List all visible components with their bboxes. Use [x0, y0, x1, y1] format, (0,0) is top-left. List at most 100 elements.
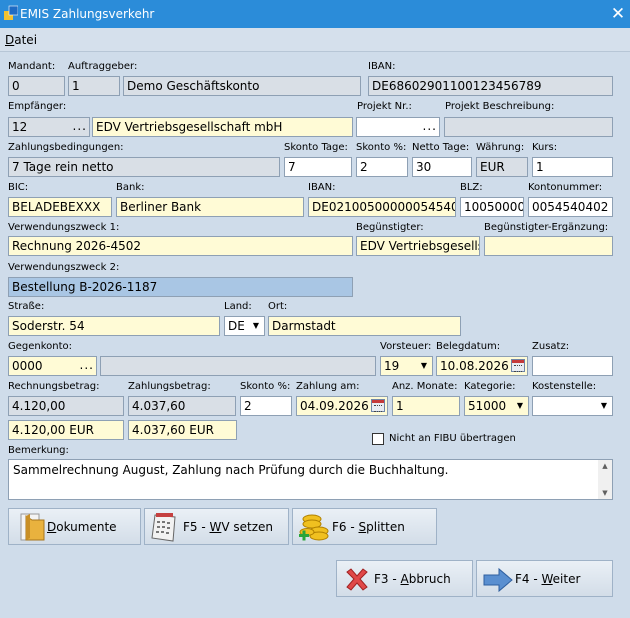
bic-field[interactable]: BELADEBEXXX	[8, 197, 112, 217]
kategorie-select[interactable]: 51000 ▼	[464, 396, 529, 416]
calendar-icon[interactable]	[371, 399, 385, 412]
strasse-label: Straße:	[8, 301, 45, 312]
rechnungsbetrag-eur-field[interactable]: 4.120,00 EUR	[8, 420, 124, 440]
chevron-down-icon[interactable]: ▼	[248, 317, 264, 335]
abbruch-button[interactable]: F3 - Abbruch	[336, 560, 473, 597]
belegdatum-field[interactable]: 10.08.2026	[436, 356, 528, 376]
waehrung-field[interactable]: EUR	[476, 157, 528, 177]
bank-field[interactable]: Berliner Bank	[116, 197, 304, 217]
chevron-down-icon[interactable]: ▼	[416, 357, 432, 375]
vorsteuer-label: Vorsteuer:	[380, 341, 432, 352]
strasse-field[interactable]: Soderstr. 54	[8, 316, 220, 336]
empfaenger-nr-field[interactable]: 12...	[8, 117, 90, 137]
netto-tage-label: Netto Tage:	[412, 142, 470, 153]
wv-setzen-button[interactable]: F5 - WV setzen	[144, 508, 289, 545]
zahlungsbetrag-field[interactable]: 4.037,60	[128, 396, 236, 416]
zahlungsbetrag-label: Zahlungsbetrag:	[128, 381, 211, 392]
coins-icon	[299, 514, 329, 541]
kurs-label: Kurs:	[532, 142, 558, 153]
zahlungsbedingungen-field[interactable]: 7 Tage rein netto	[8, 157, 280, 177]
kostenstelle-select[interactable]: ▼	[532, 396, 613, 416]
nicht-fibu-label: Nicht an FIBU übertragen	[389, 433, 516, 444]
land-label: Land:	[224, 301, 252, 312]
verwendungszweck2-label: Verwendungszweck 2:	[8, 262, 120, 273]
kontonummer-field[interactable]: 0054540402	[528, 197, 613, 217]
kontonummer-label: Kontonummer:	[528, 182, 603, 193]
nicht-fibu-checkbox[interactable]	[372, 433, 384, 445]
bemerkung-textarea[interactable]: Sammelrechnung August, Zahlung nach Prüf…	[8, 459, 613, 500]
calendar-icon[interactable]	[511, 359, 525, 372]
iban-auftraggeber-label: IBAN:	[368, 61, 396, 72]
beguenstigter-ergaenzung-field[interactable]	[484, 236, 613, 256]
beguenstigter-label: Begünstigter:	[356, 222, 424, 233]
scroll-down-icon[interactable]: ▼	[598, 487, 612, 499]
zahlung-am-label: Zahlung am:	[296, 381, 360, 392]
window-title: EMIS Zahlungsverkehr	[20, 7, 155, 21]
vorsteuer-select[interactable]: 19 ▼	[380, 356, 433, 376]
iban-auftraggeber-field[interactable]: DE68602901100123456789	[368, 76, 613, 96]
anz-monate-label: Anz. Monate:	[392, 381, 458, 392]
iban-label: IBAN:	[308, 182, 336, 193]
arrow-right-icon	[483, 567, 513, 593]
iban-field[interactable]: DE02100500000054540402	[308, 197, 456, 217]
projekt-beschreibung-field[interactable]	[444, 117, 613, 137]
gegenkonto-label: Gegenkonto:	[8, 341, 73, 352]
belegdatum-label: Belegdatum:	[436, 341, 501, 352]
splitten-button[interactable]: F6 - Splitten	[292, 508, 437, 545]
verwendungszweck2-field[interactable]: Bestellung B-2026-1187	[8, 277, 353, 297]
skonto-pct-field[interactable]: 2	[356, 157, 408, 177]
netto-tage-field[interactable]: 30	[412, 157, 472, 177]
zahlung-am-field[interactable]: 04.09.2026	[296, 396, 388, 416]
lookup-dots-icon[interactable]: ...	[423, 118, 437, 135]
menu-bar	[0, 28, 630, 52]
beguenstigter-ergaenzung-label: Begünstigter-Ergänzung:	[484, 222, 609, 233]
bank-label: Bank:	[116, 182, 145, 193]
chevron-down-icon[interactable]: ▼	[596, 397, 612, 415]
land-select[interactable]: DE ▼	[224, 316, 265, 336]
projekt-beschreibung-label: Projekt Beschreibung:	[445, 101, 555, 112]
bemerkung-scrollbar[interactable]: ▲ ▼	[598, 460, 612, 499]
anz-monate-field[interactable]: 1	[392, 396, 460, 416]
gegenkonto-field[interactable]: 0000...	[8, 356, 97, 376]
menu-datei[interactable]: Datei	[5, 33, 37, 47]
auftraggeber-label: Auftraggeber:	[68, 61, 138, 72]
skonto-pct2-field[interactable]: 2	[240, 396, 292, 416]
gegenkonto-name-field[interactable]	[100, 356, 376, 376]
zahlungsbedingungen-label: Zahlungsbedingungen:	[8, 142, 124, 153]
kategorie-label: Kategorie:	[464, 381, 516, 392]
dokumente-button[interactable]: Dokumente	[8, 508, 141, 545]
cancel-x-icon	[346, 568, 368, 591]
auftraggeber-nr-field[interactable]: 1	[68, 76, 120, 96]
projekt-nr-label: Projekt Nr.:	[357, 101, 412, 112]
zahlungsbetrag-eur-field[interactable]: 4.037,60 EUR	[128, 420, 237, 440]
blz-label: BLZ:	[460, 182, 483, 193]
blz-field[interactable]: 10050000	[460, 197, 524, 217]
auftraggeber-name-field[interactable]: Demo Geschäftskonto	[123, 76, 361, 96]
rechnungsbetrag-label: Rechnungsbetrag:	[8, 381, 100, 392]
mandant-field[interactable]: 0	[8, 76, 65, 96]
lookup-dots-icon[interactable]: ...	[80, 357, 94, 374]
skonto-tage-label: Skonto Tage:	[284, 142, 348, 153]
projekt-nr-field[interactable]: ...	[356, 117, 440, 137]
scroll-up-icon[interactable]: ▲	[598, 460, 612, 472]
zusatz-field[interactable]	[532, 356, 613, 376]
skonto-pct2-label: Skonto %:	[240, 381, 291, 392]
folder-icon	[20, 513, 45, 541]
empfaenger-name-field[interactable]: EDV Vertriebsgesellschaft mbH	[92, 117, 353, 137]
skonto-tage-field[interactable]: 7	[284, 157, 352, 177]
bic-label: BIC:	[8, 182, 29, 193]
chevron-down-icon[interactable]: ▼	[512, 397, 528, 415]
beguenstigter-field[interactable]: EDV Vertriebsgesellschaft mbH	[356, 236, 480, 256]
close-icon[interactable]: ✕	[606, 2, 630, 26]
ort-label: Ort:	[268, 301, 288, 312]
lookup-dots-icon[interactable]: ...	[73, 118, 87, 135]
rechnungsbetrag-field[interactable]: 4.120,00	[8, 396, 124, 416]
skonto-pct-label: Skonto %:	[356, 142, 407, 153]
kurs-field[interactable]: 1	[532, 157, 613, 177]
mandant-label: Mandant:	[8, 61, 56, 72]
weiter-button[interactable]: F4 - Weiter	[476, 560, 613, 597]
verwendungszweck1-field[interactable]: Rechnung 2026-4502	[8, 236, 353, 256]
ort-field[interactable]: Darmstadt	[268, 316, 461, 336]
waehrung-label: Währung:	[476, 142, 525, 153]
app-icon	[4, 5, 18, 20]
